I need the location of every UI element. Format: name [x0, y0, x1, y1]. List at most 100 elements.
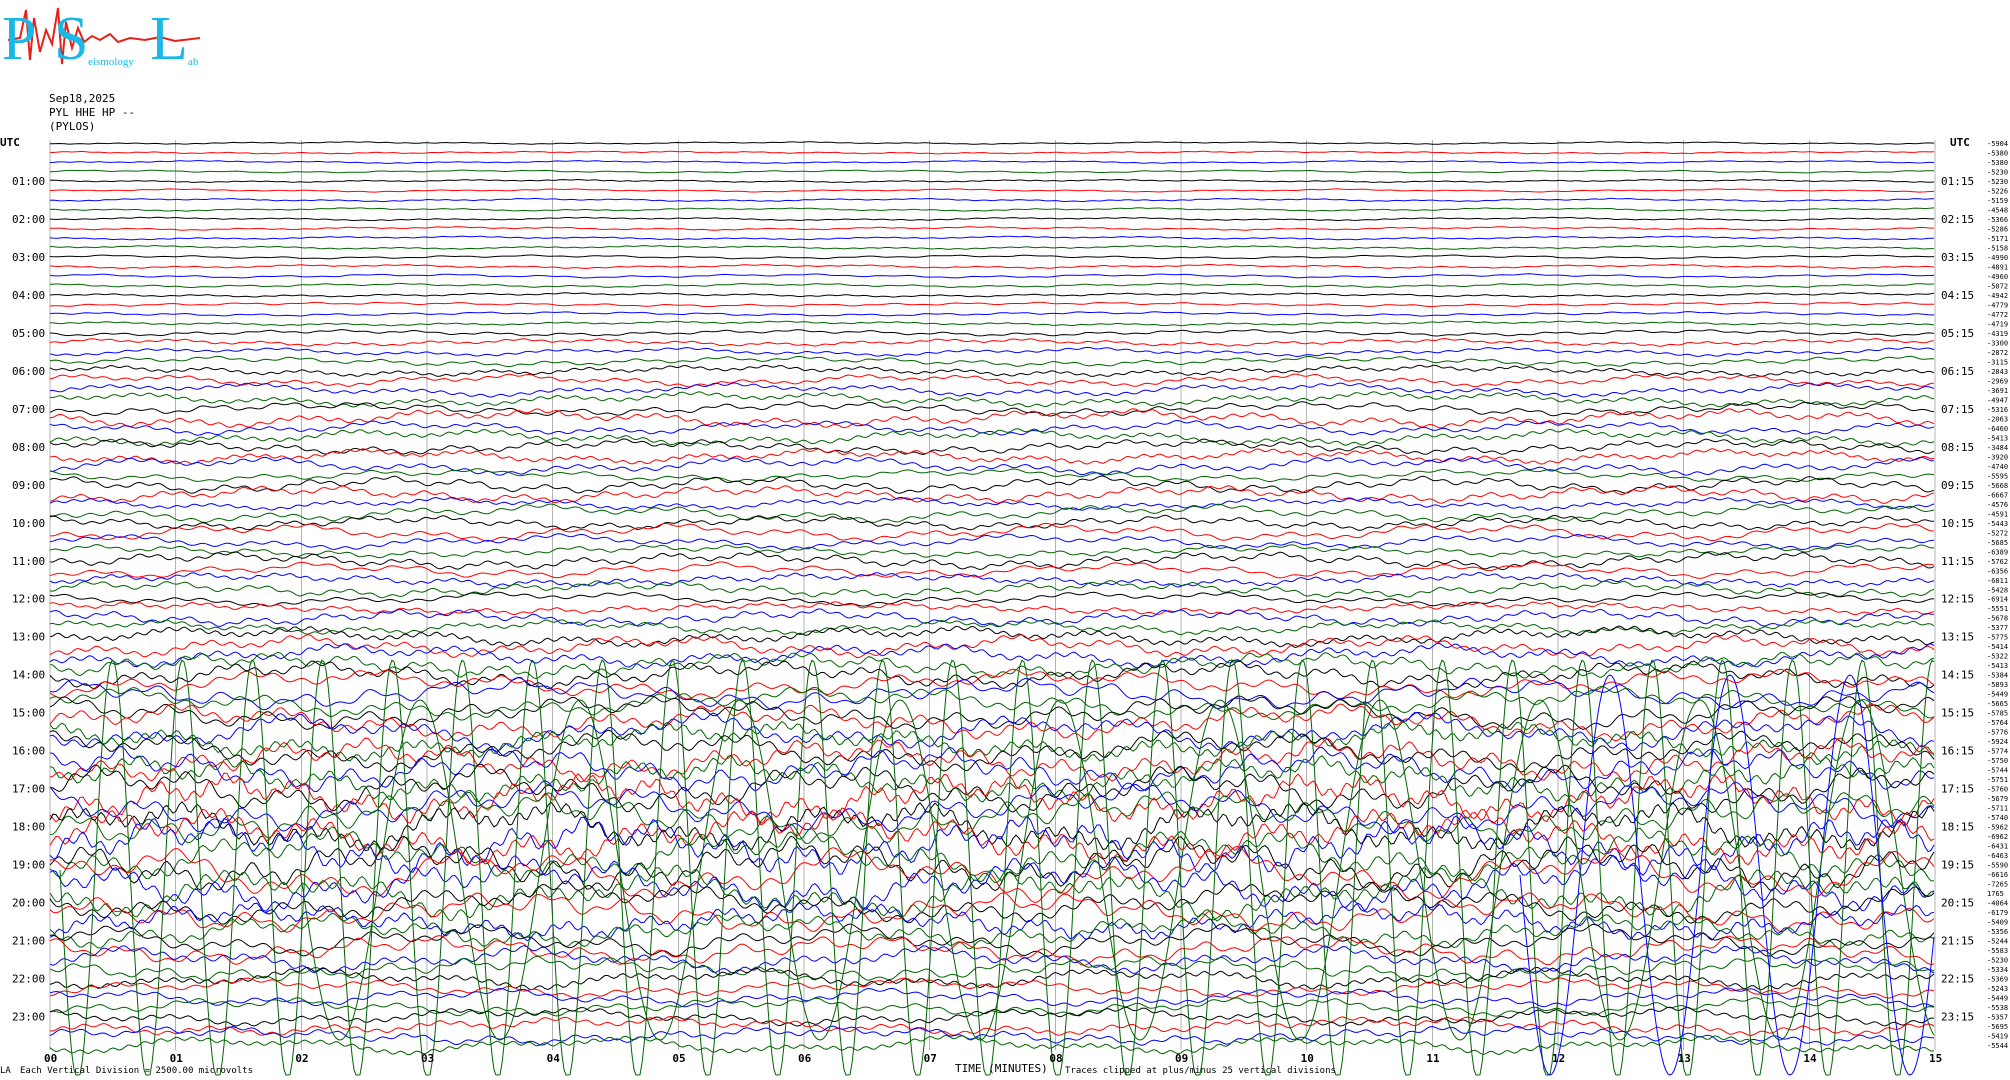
trace-mean-label: -5369 [1987, 976, 2008, 984]
trace-line-58 [49, 677, 1935, 711]
hour-label-right: 23:15 [1941, 1011, 1974, 1024]
hour-label-left: 09:00 [12, 479, 45, 492]
trace-line-69 [49, 772, 1935, 824]
trace-mean-label: -6962 [1987, 833, 2008, 841]
trace-line-33 [49, 448, 1935, 465]
x-tick-label: 11 [1426, 1052, 1440, 1065]
trace-mean-label: -6460 [1987, 425, 2008, 433]
trace-line-17 [49, 301, 1934, 308]
trace-line-14 [49, 273, 1934, 279]
hour-label-right: 11:15 [1941, 555, 1974, 568]
trace-mean-label: -6616 [1987, 871, 2008, 879]
trace-mean-label: -5409 [1987, 919, 2008, 927]
trace-mean-label: -5590 [1987, 862, 2008, 870]
trace-mean-label: -5072 [1987, 282, 2008, 290]
trace-mean-label: -5316 [1987, 406, 2008, 414]
hour-label-right: 19:15 [1941, 859, 1974, 872]
trace-mean-label: -5356 [1987, 928, 2008, 936]
trace-mean-label: -5380 [1987, 149, 2008, 157]
x-tick-label: 01 [170, 1052, 184, 1065]
trace-line-12 [49, 254, 1935, 260]
trace-mean-label: -2969 [1987, 377, 2008, 385]
trace-mean-label: -5419 [1987, 1033, 2008, 1041]
trace-line-83 [49, 912, 1935, 950]
trace-mean-label: -5744 [1987, 767, 2008, 775]
x-tick-label: 00 [44, 1052, 57, 1065]
trace-line-91 [49, 997, 1935, 1017]
trace-mean-label: -7265 [1987, 881, 2008, 889]
trace-mean-label: -5904 [1987, 140, 2008, 148]
trace-mean-label: -2063 [1987, 415, 2008, 423]
trace-mean-label: -5322 [1987, 653, 2008, 661]
trace-line-92 [49, 1006, 1935, 1027]
trace-line-77 [49, 845, 1935, 903]
trace-mean-label: -5272 [1987, 529, 2008, 537]
trace-mean-label: -4990 [1987, 254, 2008, 262]
hour-label-left: 10:00 [12, 517, 45, 530]
trace-mean-label: -5377 [1987, 624, 2008, 632]
trace-mean-label: -5413 [1987, 662, 2008, 670]
trace-mean-label: -5551 [1987, 605, 2008, 613]
x-tick-label: 14 [1803, 1052, 1817, 1065]
left-utc-title: UTC [0, 136, 20, 149]
trace-mean-label: -5334 [1987, 966, 2008, 974]
trace-mean-label: -5449 [1987, 995, 2008, 1003]
trace-line-86 [49, 945, 1935, 975]
corner-mark: LA [0, 1066, 11, 1076]
trace-mean-label: -6667 [1987, 491, 2008, 499]
trace-mean-label: -5158 [1987, 244, 2008, 252]
trace-lines [49, 141, 1935, 1076]
hour-label-right: 09:15 [1941, 479, 1974, 492]
hour-label-left: 21:00 [12, 935, 45, 948]
trace-mean-label: -3920 [1987, 453, 2008, 461]
trace-line-48 [49, 591, 1935, 607]
x-tick-label: 13 [1678, 1052, 1691, 1065]
trace-line-42 [49, 533, 1935, 551]
trace-mean-label: -5764 [1987, 719, 2008, 727]
right-utc-title: UTC [1950, 136, 1970, 149]
trace-line-52 [49, 625, 1935, 649]
trace-mean-label: 1765 [1987, 890, 2004, 898]
hour-label-left: 04:00 [12, 289, 45, 302]
trace-mean-label: -5695 [1987, 1023, 2008, 1031]
hour-label-left: 02:00 [12, 213, 45, 226]
hour-label-right: 14:15 [1941, 669, 1974, 682]
trace-line-18 [49, 311, 1935, 317]
x-tick-label: 15 [1929, 1052, 1942, 1065]
trace-line-20 [50, 329, 1935, 337]
trace-mean-label: -4772 [1987, 311, 2008, 319]
trace-line-43 [49, 544, 1934, 559]
trace-line-51 [49, 619, 1935, 636]
trace-mean-label: -5443 [1987, 520, 2008, 528]
clip-note: Traces clipped at plus/minus 25 vertical… [1065, 1066, 1336, 1076]
x-tick-label: 04 [547, 1052, 561, 1065]
trace-mean-label: -4319 [1987, 330, 2008, 338]
hour-label-right: 01:15 [1941, 175, 1974, 188]
trace-mean-label: -5414 [1987, 643, 2008, 651]
trace-mean-label: -6179 [1987, 909, 2008, 917]
x-tick-label: 05 [672, 1052, 685, 1065]
trace-line-15 [49, 282, 1935, 289]
hour-label-right: 12:15 [1941, 593, 1974, 606]
hour-label-right: 08:15 [1941, 441, 1974, 454]
hour-label-right: 03:15 [1941, 251, 1974, 264]
trace-mean-label: -5751 [1987, 776, 2008, 784]
hour-label-left: 14:00 [12, 669, 45, 682]
trace-line-38 [49, 496, 1935, 511]
trace-line-0 [50, 141, 1935, 145]
hour-label-left: 05:00 [12, 327, 45, 340]
hour-label-right: 05:15 [1941, 327, 1974, 340]
trace-line-59 [49, 685, 1935, 721]
trace-mean-label: -5413 [1987, 434, 2008, 442]
trace-mean-label: -5538 [1987, 1004, 2008, 1012]
trace-mean-label: -4942 [1987, 292, 2008, 300]
trace-mean-label: -6356 [1987, 567, 2008, 575]
trace-line-30 [49, 419, 1935, 436]
trace-mean-label: -3115 [1987, 358, 2008, 366]
trace-line-1 [49, 150, 1935, 155]
trace-line-36 [49, 475, 1935, 494]
right-hour-labels: 01:15 02:15 03:15 04:15 05:15 06:15 07:15 08:15… [1941, 175, 1974, 1024]
trace-mean-label: -4891 [1987, 263, 2008, 271]
trace-mean-label: -5750 [1987, 757, 2008, 765]
hour-label-left: 23:00 [12, 1011, 45, 1024]
